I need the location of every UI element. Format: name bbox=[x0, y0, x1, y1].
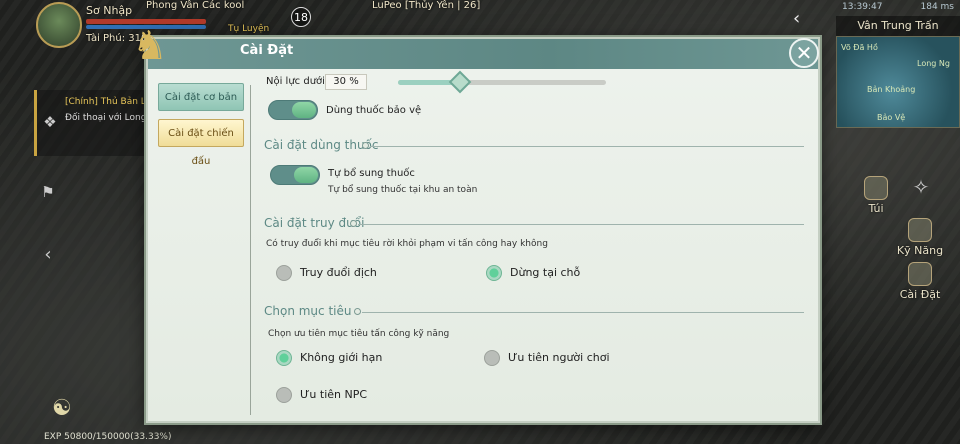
settings-button[interactable]: Cài Đặt bbox=[890, 262, 950, 301]
chase-question: Có truy đuổi khi mục tiêu rời khỏi phạm … bbox=[266, 239, 548, 249]
minimap-label: Võ Đã Hồ bbox=[841, 43, 878, 52]
settings-dialog: ♞ Cài Đặt ✕ Cài đặt cơ bản Cài đặt chiến… bbox=[132, 23, 820, 423]
target-question: Chọn ưu tiên mục tiêu tấn công kỹ năng bbox=[268, 329, 450, 339]
tab-basic-settings[interactable]: Cài đặt cơ bản bbox=[158, 83, 244, 111]
radio-chase-enemy[interactable] bbox=[276, 265, 292, 281]
bag-icon bbox=[864, 176, 888, 200]
gear-icon bbox=[908, 262, 932, 286]
dialog-body: Cài đặt cơ bản Cài đặt chiến đấu Nội lực… bbox=[148, 69, 818, 421]
section-divider-dot bbox=[362, 142, 369, 149]
protect-potion-toggle[interactable] bbox=[268, 100, 318, 120]
settings-content: Nội lực dưới 30 % Dùng thuốc bảo vệ Cài … bbox=[258, 69, 810, 421]
chevron-left-top-icon[interactable]: ‹ bbox=[793, 8, 813, 32]
radio-no-limit[interactable] bbox=[276, 350, 292, 366]
target-section-title: Chọn mục tiêu bbox=[264, 304, 352, 318]
slider-handle[interactable] bbox=[448, 70, 472, 94]
skill-icon bbox=[908, 218, 932, 242]
quest-scroll-icon[interactable]: ❖ bbox=[40, 112, 60, 132]
toggle-knob bbox=[294, 167, 318, 183]
settings-tabs: Cài đặt cơ bản Cài đặt chiến đấu bbox=[158, 83, 246, 167]
radio-stop-in-place[interactable] bbox=[486, 265, 502, 281]
toggle-knob bbox=[292, 102, 316, 118]
bag-button[interactable]: Túi bbox=[846, 176, 906, 215]
minimap-title: Vân Trung Trấn bbox=[836, 16, 960, 36]
quest-desc: Đối thoại với Long Ng bbox=[65, 113, 162, 123]
dialog-title: Cài Đặt bbox=[240, 43, 294, 58]
level-badge: 18 bbox=[291, 7, 311, 27]
section-divider-dot bbox=[354, 308, 361, 315]
skill-label: Kỹ Năng bbox=[896, 244, 944, 257]
bag-label: Túi bbox=[868, 202, 884, 215]
wealth-label: Tài Phú bbox=[86, 33, 122, 44]
minimap-label: Long Ng bbox=[917, 59, 950, 68]
auto-restock-label: Tự bổ sung thuốc bbox=[328, 168, 415, 179]
radio-prefer-players-label[interactable]: Ưu tiên người chơi bbox=[508, 351, 610, 364]
flag-icon[interactable]: ⚑ bbox=[38, 182, 58, 202]
radio-prefer-players[interactable] bbox=[484, 350, 500, 366]
player-name: Sơ Nhập bbox=[86, 4, 133, 17]
meditate-icon[interactable]: ☯ bbox=[52, 396, 78, 426]
compass-icon[interactable]: ✧ bbox=[906, 172, 936, 202]
close-button[interactable]: ✕ bbox=[789, 38, 819, 68]
radio-stop-in-place-label[interactable]: Dừng tại chỗ bbox=[510, 266, 580, 279]
minimap-status: 13:39:47 184 ms bbox=[836, 0, 960, 16]
minimap-label: Bản Khoảng bbox=[867, 85, 916, 94]
minimap[interactable]: Võ Đã Hồ Long Ng Bản Khoảng Bảo Vệ bbox=[836, 36, 960, 128]
settings-label: Cài Đặt bbox=[899, 288, 941, 301]
radio-chase-enemy-label[interactable]: Truy đuổi địch bbox=[300, 266, 377, 279]
radio-prefer-npc[interactable] bbox=[276, 387, 292, 403]
section-divider-line bbox=[370, 146, 804, 147]
other-player-name-2: LuPeo [Thủy Yên | 26] bbox=[372, 0, 481, 11]
protect-potion-label: Dùng thuốc bảo vệ bbox=[326, 105, 422, 116]
close-icon: ✕ bbox=[795, 41, 813, 65]
minimap-label: Bảo Vệ bbox=[877, 113, 906, 122]
internal-power-value: 30 % bbox=[325, 74, 367, 90]
other-player-name-1: Phong Vân Các kool bbox=[146, 0, 245, 11]
internal-power-label: Nội lực dưới bbox=[266, 76, 325, 87]
clock-time: 13:39:47 bbox=[842, 2, 883, 12]
section-divider-line bbox=[358, 224, 804, 225]
nav-divider bbox=[250, 85, 251, 415]
other-player-sub-1: Tụ Luyện bbox=[228, 24, 270, 34]
radio-prefer-npc-label[interactable]: Ưu tiên NPC bbox=[300, 388, 367, 401]
auto-restock-desc: Tự bổ sung thuốc tại khu an toàn bbox=[328, 185, 478, 195]
auto-restock-toggle[interactable] bbox=[270, 165, 320, 185]
chevron-left-icon[interactable]: ‹ bbox=[38, 244, 58, 265]
qilin-emblem-icon: ♞ bbox=[132, 23, 168, 69]
quest-title: [Chính] Thủ Bản Linh bbox=[65, 97, 160, 107]
section-divider-dot bbox=[350, 220, 357, 227]
network-latency: 184 ms bbox=[920, 2, 955, 12]
tab-combat-settings[interactable]: Cài đặt chiến đấu bbox=[158, 119, 244, 167]
internal-power-slider[interactable] bbox=[398, 70, 606, 94]
player-avatar[interactable] bbox=[36, 2, 82, 48]
radio-no-limit-label[interactable]: Không giới hạn bbox=[300, 351, 382, 364]
exp-text: EXP 50800/150000(33.33%) bbox=[44, 432, 172, 442]
skill-button[interactable]: Kỹ Năng bbox=[890, 218, 950, 257]
section-divider-line bbox=[362, 312, 804, 313]
dialog-header: ♞ Cài Đặt ✕ bbox=[132, 23, 819, 69]
